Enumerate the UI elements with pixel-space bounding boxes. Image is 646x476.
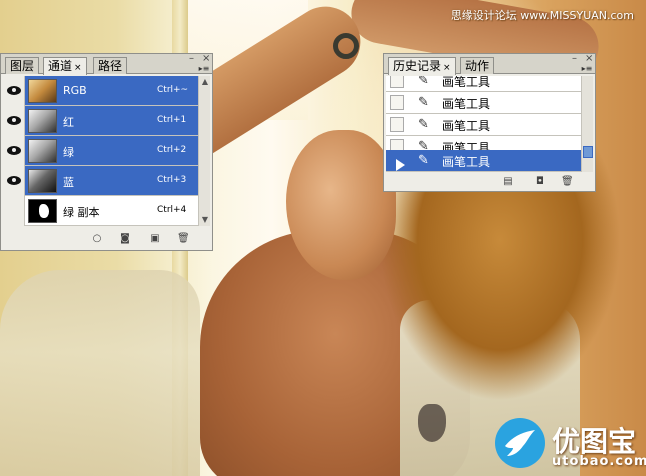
close-icon[interactable]: × [585,53,593,64]
watermark-top: 思缘设计论坛 www.MISSYUAN.com [450,9,634,22]
channel-row-green-copy[interactable]: 绿 副本 Ctrl+4 [3,196,199,226]
brush-icon: ✎ [418,76,429,88]
channel-name: RGB [63,84,87,97]
visibility-toggle[interactable] [3,76,25,106]
scroll-down-icon[interactable]: ▼ [199,214,211,226]
history-state[interactable]: ✎ 画笔工具 [386,76,582,92]
snapshot-source-checkbox[interactable] [390,95,404,110]
history-state[interactable]: ✎ 画笔工具 [386,92,582,114]
bird-logo-icon [495,418,545,468]
minimize-icon[interactable]: – [572,53,577,64]
snapshot-source-checkbox[interactable] [390,117,404,132]
eye-icon [7,86,21,95]
close-icon[interactable]: × [443,63,451,73]
channel-name: 绿 副本 [63,206,100,219]
channel-shortcut: Ctrl+~ [157,85,189,95]
channel-thumbnail [28,169,57,193]
minimize-icon[interactable]: – [189,53,194,64]
brush-icon: ✎ [418,117,429,132]
bracelet [333,33,359,59]
history-tabbar: 历史记录 × 动作 – × ▸≡ [384,53,595,75]
brush-icon: ✎ [418,153,429,168]
channel-thumbnail [28,199,57,223]
background-shirt [0,270,200,476]
history-state-label: 画笔工具 [442,97,491,111]
channel-shortcut: Ctrl+2 [157,145,187,155]
tattoo [418,404,446,442]
history-scrollbar[interactable] [581,76,593,172]
channel-name: 蓝 [63,176,74,189]
snapshot-source-checkbox[interactable] [390,153,405,171]
tab-actions[interactable]: 动作 [460,57,495,74]
channel-row-blue[interactable]: 蓝 Ctrl+3 [3,166,199,196]
history-state-label: 画笔工具 [442,155,491,169]
channels-tabbar: 图层 通道 × 路径 – × ▸≡ [1,53,212,75]
channel-thumbnail [28,109,57,133]
tab-history[interactable]: 历史记录 × [388,57,456,75]
channel-scrollbar[interactable]: ▲ ▼ [198,76,210,226]
channel-thumbnail [28,79,57,103]
new-channel-icon[interactable]: ▣ [149,233,161,245]
scroll-thumb[interactable] [583,146,593,158]
history-list: ✎ 画笔工具 ✎ 画笔工具 ✎ 画笔工具 ✎ 画笔工具 ✎ 画笔工具 [386,76,582,172]
eye-icon [7,176,21,185]
face [286,130,396,280]
channel-thumbnail [28,139,57,163]
channel-name: 绿 [63,146,74,159]
channel-row-red[interactable]: 红 Ctrl+1 [3,106,199,136]
channels-panel: 图层 通道 × 路径 – × ▸≡ RGB Ctrl+~ 红 Ctrl+1 绿 C… [0,53,213,251]
new-snapshot-icon[interactable]: ◘ [534,176,546,188]
current-state-marker-icon [396,159,405,171]
close-icon[interactable]: × [74,63,82,73]
eye-icon [7,116,21,125]
visibility-toggle[interactable] [3,136,25,166]
channels-footer: ○ ◙ ▣ 🗑 [1,228,212,250]
channel-shortcut: Ctrl+4 [157,205,187,215]
load-selection-icon[interactable]: ○ [91,233,103,245]
history-panel: 历史记录 × 动作 – × ▸≡ ✎ 画笔工具 ✎ 画笔工具 ✎ 画笔工具 ✎ 画… [383,53,596,192]
delete-channel-icon[interactable]: 🗑 [177,233,190,245]
history-state-current[interactable]: ✎ 画笔工具 [386,150,582,172]
panel-menu-icon[interactable]: ▸≡ [197,64,211,74]
visibility-toggle[interactable] [3,196,25,226]
save-selection-icon[interactable]: ◙ [119,233,131,245]
close-icon[interactable]: × [202,53,210,64]
panel-menu-icon[interactable]: ▸≡ [580,64,594,74]
visibility-toggle[interactable] [3,166,25,196]
tab-layers[interactable]: 图层 [5,57,40,74]
channel-list: RGB Ctrl+~ 红 Ctrl+1 绿 Ctrl+2 蓝 Ctrl+3 绿 … [3,76,199,226]
history-state-label: 画笔工具 [442,119,491,133]
new-document-icon[interactable]: ▤ [502,176,514,188]
eye-icon [7,146,21,155]
snapshot-source-checkbox[interactable] [390,76,404,88]
channel-row-rgb[interactable]: RGB Ctrl+~ [3,76,199,106]
history-state-label: 画笔工具 [442,76,491,89]
delete-state-icon[interactable]: 🗑 [561,176,574,188]
history-state[interactable]: ✎ 画笔工具 [386,114,582,136]
channel-shortcut: Ctrl+3 [157,175,187,185]
scroll-up-icon[interactable]: ▲ [199,76,211,88]
channel-name: 红 [63,116,74,129]
channel-shortcut: Ctrl+1 [157,115,187,125]
brush-icon: ✎ [418,95,429,110]
tab-paths[interactable]: 路径 [93,57,128,74]
tab-channels[interactable]: 通道 × [43,57,87,75]
logo-text-en: utobao.com [552,454,646,469]
visibility-toggle[interactable] [3,106,25,136]
channel-row-green[interactable]: 绿 Ctrl+2 [3,136,199,166]
history-footer: ▤ ◘ 🗑 [384,173,595,191]
